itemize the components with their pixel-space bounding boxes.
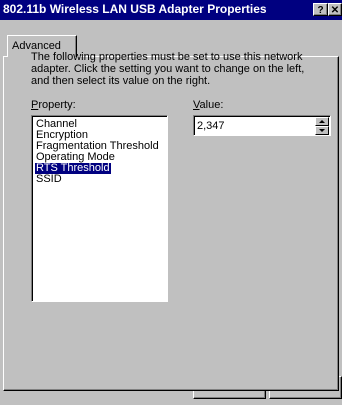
value-input[interactable]: 2,347: [197, 120, 225, 132]
up-arrow-icon: [319, 120, 325, 123]
list-item-ssid[interactable]: SSID: [35, 174, 63, 185]
help-button[interactable]: ?: [313, 3, 328, 16]
spin-down-button[interactable]: [315, 126, 329, 135]
description-text: The following properties must be set to …: [31, 51, 305, 87]
close-button[interactable]: ✕: [328, 3, 342, 16]
spin-up-button[interactable]: [315, 117, 329, 126]
property-label-rest: roperty:: [38, 99, 76, 111]
value-label-rest: alue:: [199, 99, 224, 111]
property-label: Property:: [31, 99, 76, 111]
value-spin-field[interactable]: 2,347: [193, 115, 331, 136]
value-label: Value:: [193, 99, 223, 111]
window-title: 802.11b Wireless LAN USB Adapter Propert…: [3, 2, 267, 16]
down-arrow-icon: [319, 129, 325, 132]
property-list[interactable]: Channel Encryption Fragmentation Thresho…: [31, 115, 168, 302]
title-bar: 802.11b Wireless LAN USB Adapter Propert…: [0, 0, 342, 20]
